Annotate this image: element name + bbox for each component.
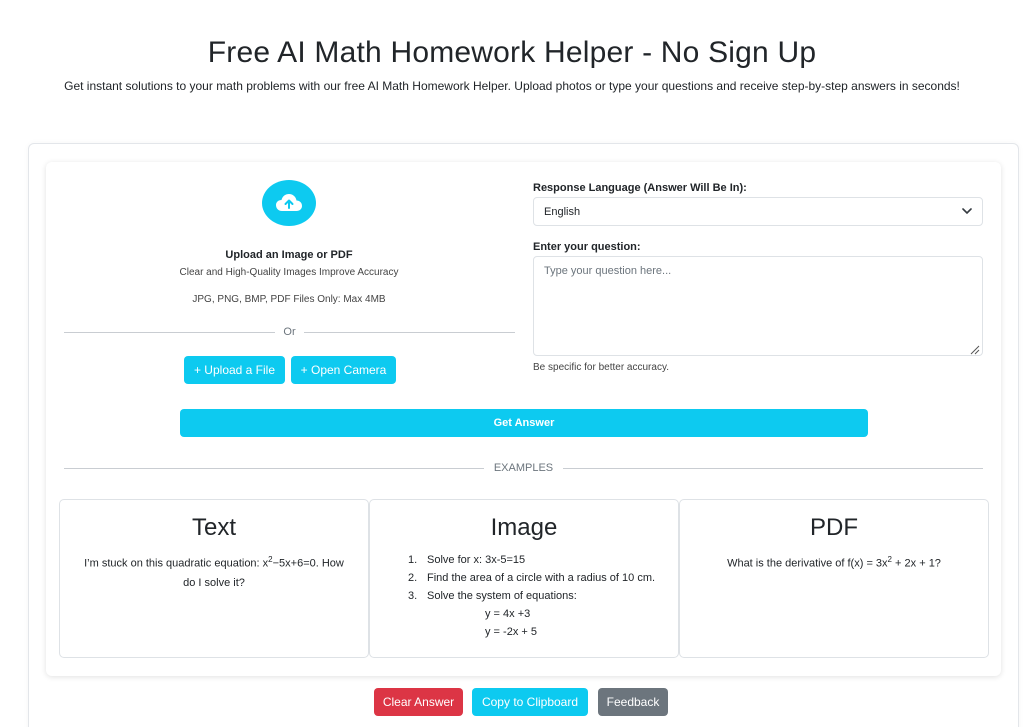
divider-line: [303, 331, 516, 333]
equation-line: y = -2x + 5: [485, 626, 537, 638]
upload-file-button[interactable]: + Upload a File: [184, 356, 285, 384]
list-item: 3. Solve the system of equations:: [408, 590, 577, 602]
copy-to-clipboard-button[interactable]: Copy to Clipboard: [472, 688, 588, 716]
language-select[interactable]: English: [533, 197, 983, 226]
divider-line: [64, 467, 484, 469]
cloud-upload-icon[interactable]: [262, 180, 316, 226]
page-title: Free AI Math Homework Helper - No Sign U…: [207, 36, 817, 69]
divider-line: [64, 331, 276, 333]
upload-hint: Clear and High-Quality Images Improve Ac…: [179, 267, 399, 278]
example-card-image[interactable]: Image 1. Solve for x: 3x-5=15 2. Find the …: [369, 499, 679, 658]
list-item: 2. Find the area of a circle with a radiu…: [408, 572, 656, 584]
language-label: Response Language (Answer Will Be In):: [533, 182, 747, 194]
get-answer-button[interactable]: Get Answer: [180, 409, 868, 437]
or-text: Or: [283, 326, 296, 338]
example-card-title: Image: [490, 514, 558, 541]
question-label: Enter your question:: [533, 241, 641, 253]
equation-line: y = 4x +3: [485, 608, 531, 620]
chevron-down-icon: [962, 206, 972, 218]
example-card-pdf[interactable]: PDF What is the derivative of f(x) = 3x2…: [679, 499, 989, 658]
example-image-list: 1. Solve for x: 3x-5=15 2. Find the area o…: [408, 551, 678, 641]
example-card-title: Text: [191, 514, 236, 541]
example-card-title: PDF: [810, 514, 858, 541]
resize-grip-icon[interactable]: [968, 342, 980, 355]
list-item: 1. Solve for x: 3x-5=15: [408, 554, 526, 566]
clear-answer-button[interactable]: Clear Answer: [374, 688, 463, 716]
open-camera-button[interactable]: + Open Camera: [291, 356, 396, 384]
question-help-text: Be specific for better accuracy.: [533, 362, 669, 373]
upload-file-types: JPG, PNG, BMP, PDF Files Only: Max 4MB: [192, 294, 386, 305]
example-pdf-body: What is the derivative of f(x) = 3x2 + 2…: [727, 555, 941, 570]
question-textarea[interactable]: [533, 256, 983, 356]
page-subtitle: Get instant solutions to your math probl…: [64, 79, 960, 93]
example-card-text[interactable]: Text I’m stuck on this quadratic equatio…: [59, 499, 369, 658]
examples-divider: EXAMPLES: [64, 461, 983, 475]
example-text-body: I’m stuck on this quadratic equation: x2…: [84, 555, 344, 589]
examples-label: EXAMPLES: [493, 462, 554, 474]
or-divider: Or: [64, 325, 516, 339]
divider-line: [563, 467, 983, 469]
language-selected-value: English: [544, 205, 581, 218]
feedback-button[interactable]: Feedback: [598, 688, 668, 716]
upload-title: Upload an Image or PDF: [225, 249, 353, 261]
